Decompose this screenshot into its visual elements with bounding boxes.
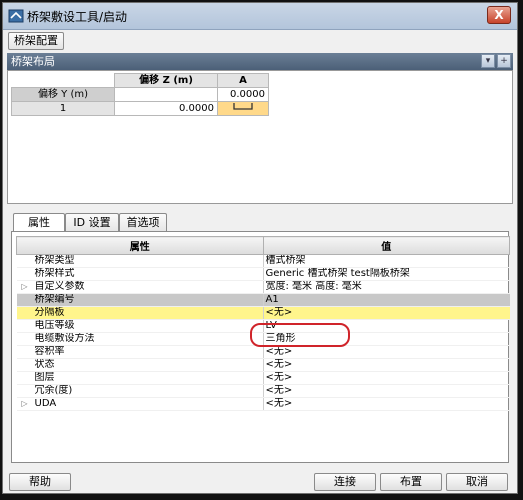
tab-id-settings[interactable]: ID 设置 (65, 213, 119, 231)
property-value[interactable]: Generic 槽式桥架 test隔板桥架 (263, 267, 510, 281)
property-value[interactable]: 宽度: 毫米 高度: 毫米 (263, 280, 510, 294)
layout-button[interactable]: 布置 (380, 473, 442, 491)
property-name: 自定义参数 (32, 280, 264, 294)
property-row[interactable]: 冗余(度) <无> (16, 384, 510, 398)
cancel-button[interactable]: 取消 (446, 473, 508, 491)
col-header-offset-z: 偏移 Z (m) (114, 73, 218, 88)
close-button[interactable]: X (487, 6, 511, 24)
property-name: 电缆敷设方法 (32, 332, 264, 346)
layout-grid: 偏移 Z (m) A 偏移 Y (m) 0.0000 1 0.0000 (11, 73, 269, 116)
row-header-1: 1 (11, 101, 115, 116)
property-row-selected[interactable]: 分隔板 <无> (16, 306, 510, 320)
property-name: 冗余(度) (32, 384, 264, 398)
dialog-window: 桥架敷设工具/启动 X 桥架配置 桥架布局 ▾ + 偏移 Z (m) A 偏移 … (2, 2, 518, 494)
expand-icon (16, 267, 33, 281)
connect-button[interactable]: 连接 (314, 473, 376, 491)
property-value[interactable]: <无> (263, 306, 510, 320)
property-name: 桥架样式 (32, 267, 264, 281)
value-column-header: 值 (262, 236, 510, 255)
property-value[interactable]: 槽式桥架 (263, 254, 510, 268)
property-name: 电压等级 (32, 319, 264, 333)
property-value[interactable]: <无> (263, 371, 510, 385)
expand-icon (16, 254, 33, 268)
row1-a-cell[interactable] (217, 101, 269, 116)
property-row-highlighted[interactable]: 桥架编号 A1 (16, 293, 510, 307)
row-header-offset-y: 偏移 Y (m) (11, 87, 115, 102)
tab-properties[interactable]: 属性 (13, 213, 65, 232)
window-title: 桥架敷设工具/启动 (27, 10, 128, 24)
expand-icon[interactable]: ▷ (16, 280, 33, 294)
expand-icon[interactable]: ▷ (16, 397, 33, 411)
property-name: 桥架编号 (32, 293, 264, 307)
app-icon (8, 9, 24, 23)
property-name: 状态 (32, 358, 264, 372)
property-value[interactable]: A1 (263, 293, 510, 307)
property-value[interactable]: <无> (263, 358, 510, 372)
collapse-icon[interactable]: ▾ (481, 54, 495, 68)
property-name: UDA (32, 397, 264, 411)
annotation-highlight-circle (250, 323, 350, 347)
property-row[interactable]: 容积率 <无> (16, 345, 510, 359)
property-row[interactable]: 桥架样式 Generic 槽式桥架 test隔板桥架 (16, 267, 510, 281)
property-name: 图层 (32, 371, 264, 385)
expand-icon (16, 306, 33, 320)
property-value[interactable]: <无> (263, 384, 510, 398)
expand-icon (16, 371, 33, 385)
property-column-header: 属性 (16, 236, 264, 255)
property-row[interactable]: 状态 <无> (16, 358, 510, 372)
property-row[interactable]: 图层 <无> (16, 371, 510, 385)
property-value[interactable]: <无> (263, 345, 510, 359)
properties-panel: 属性 值 桥架类型 槽式桥架 桥架样式 Generic 槽式桥架 test隔板桥… (11, 231, 510, 463)
property-name: 分隔板 (32, 306, 264, 320)
expand-icon (16, 319, 33, 333)
offset-y-a-cell[interactable]: 0.0000 (217, 87, 269, 102)
layout-section-title: 桥架布局 (11, 55, 55, 68)
expand-icon (16, 332, 33, 346)
layout-grid-area: 偏移 Z (m) A 偏移 Y (m) 0.0000 1 0.0000 (7, 70, 513, 204)
expand-icon (16, 345, 33, 359)
expand-icon (16, 384, 33, 398)
property-row[interactable]: ▷ UDA <无> (16, 397, 510, 411)
help-button[interactable]: 帮助 (9, 473, 71, 491)
tab-preferences[interactable]: 首选项 (119, 213, 167, 231)
col-header-a[interactable]: A (217, 73, 269, 88)
expand-icon (16, 293, 33, 307)
property-value[interactable]: <无> (263, 397, 510, 411)
property-name: 桥架类型 (32, 254, 264, 268)
grid-corner (11, 73, 115, 88)
tray-shape-icon (233, 103, 253, 110)
property-row[interactable]: ▷ 自定义参数 宽度: 毫米 高度: 毫米 (16, 280, 510, 294)
layout-section-header: 桥架布局 ▾ + (7, 53, 513, 70)
row1-offset-z-cell[interactable]: 0.0000 (114, 101, 218, 116)
add-icon[interactable]: + (497, 54, 511, 68)
offset-y-z-cell (114, 87, 218, 102)
property-name: 容积率 (32, 345, 264, 359)
property-row[interactable]: 桥架类型 槽式桥架 (16, 254, 510, 268)
expand-icon (16, 358, 33, 372)
tray-config-button[interactable]: 桥架配置 (8, 32, 64, 50)
title-bar[interactable]: 桥架敷设工具/启动 X (3, 3, 517, 30)
